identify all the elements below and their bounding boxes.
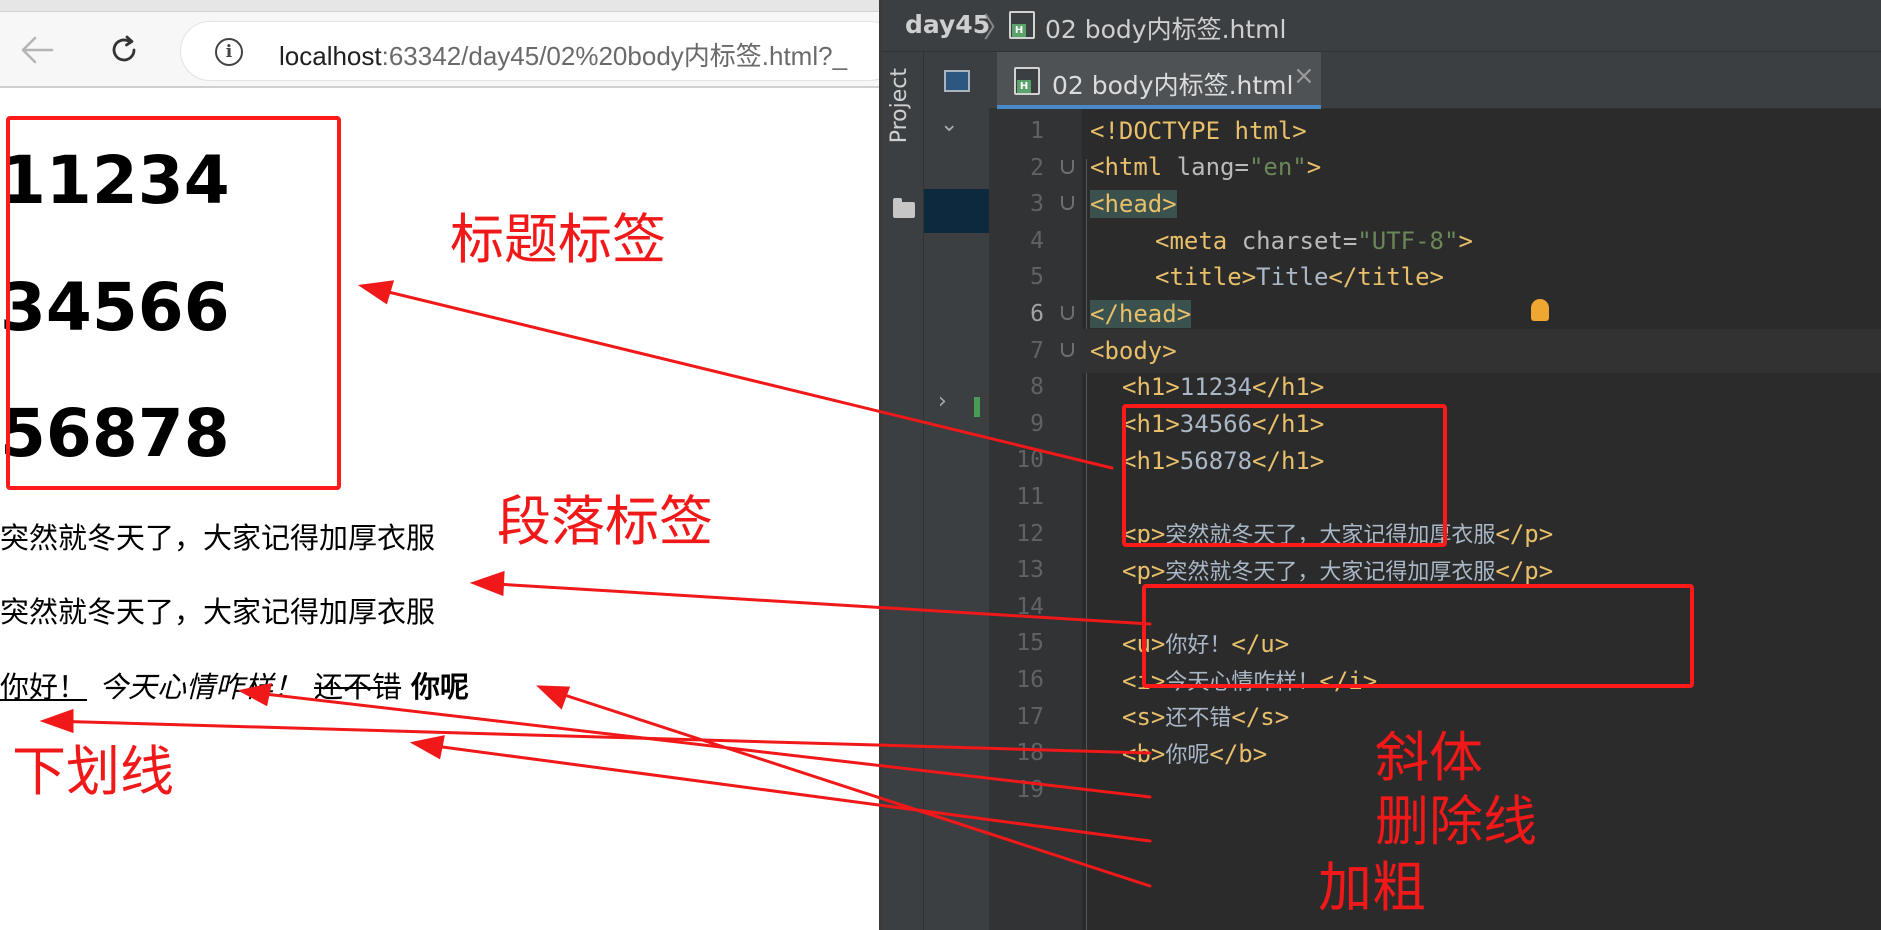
tool-window-strip: Project	[882, 52, 924, 930]
rendered-paragraph-2: 突然就冬天了，大家记得加厚衣服	[0, 595, 436, 629]
code-text: Title	[1256, 263, 1329, 291]
code-string: "en"	[1248, 153, 1307, 181]
code-tag: </h1>	[1252, 410, 1325, 438]
code-string: "UTF-8"	[1357, 227, 1459, 255]
project-tool-tab[interactable]: Project	[887, 68, 912, 143]
rendered-paragraph-1: 突然就冬天了，大家记得加厚衣服	[0, 521, 436, 555]
code-line-18[interactable]: <b>你呢</b>	[1122, 732, 1267, 776]
code-tag: </u>	[1231, 630, 1290, 658]
rendered-underline: 你好！	[0, 670, 88, 704]
page-content: 11234 34566 56878 突然就冬天了，大家记得加厚衣服 突然就冬天了…	[0, 90, 879, 930]
fold-marker-icon[interactable]	[1061, 159, 1074, 174]
breadcrumb: day45 〉 02 body内标签.html	[882, 0, 1881, 52]
browser-window: i localhost:63342/day45/02%20body内标签.htm…	[0, 0, 879, 930]
fold-marker-icon[interactable]	[1061, 306, 1074, 320]
fold-marker-icon[interactable]	[1061, 196, 1074, 211]
code-doctype: <!DOCTYPE html>	[1090, 117, 1307, 145]
code-text: 34566	[1179, 410, 1253, 438]
code-text: 突然就冬天了，大家记得加厚衣服	[1165, 560, 1496, 585]
code-tag: <meta	[1155, 227, 1242, 255]
address-bar[interactable]: i localhost:63342/day45/02%20body内标签.htm…	[180, 21, 879, 81]
code-tag: </h1>	[1252, 447, 1325, 475]
code-text: 还不错	[1165, 706, 1232, 731]
code-tag: <i>	[1122, 667, 1166, 695]
reload-button[interactable]	[104, 30, 144, 70]
breadcrumb-project[interactable]: day45	[905, 10, 990, 39]
code-tag: >	[1458, 227, 1473, 255]
lightbulb-icon[interactable]	[1531, 299, 1549, 321]
chevron-down-icon[interactable]: ⌄	[940, 112, 958, 137]
code-text: 11234	[1179, 373, 1253, 401]
code-line-10[interactable]: <h1>56878</h1>	[1122, 439, 1324, 483]
project-panel: ⌄ ›	[924, 52, 989, 930]
code-tag: <b>	[1122, 740, 1166, 768]
rendered-italic: 今天心情咋样！	[99, 670, 303, 704]
info-icon[interactable]: i	[215, 38, 243, 66]
code-text: 你呢	[1165, 743, 1210, 768]
code-tag: <u>	[1122, 630, 1166, 658]
code-tag: </p>	[1495, 520, 1554, 548]
code-tag: <h1>	[1122, 447, 1180, 475]
code-text: 今天心情咋样！	[1165, 670, 1320, 695]
code-text: 56878	[1179, 447, 1253, 475]
rendered-bold: 你呢	[411, 670, 470, 704]
code-tag: <s>	[1122, 703, 1166, 731]
code-tag: <p>	[1122, 520, 1166, 548]
rendered-h1-1: 11234	[0, 142, 230, 219]
code-tag: <p>	[1122, 557, 1166, 585]
rendered-inline-line: 你好！ 今天心情咋样！ 还不错 你呢	[0, 673, 469, 702]
back-button[interactable]	[17, 30, 57, 70]
code-text: 你好！	[1165, 633, 1232, 658]
code-tag: </h1>	[1252, 373, 1325, 401]
code-tag: </p>	[1495, 557, 1554, 585]
chevron-right-icon[interactable]: ›	[938, 389, 947, 414]
code-tag-matched: </head>	[1090, 300, 1192, 328]
module-bar-icon	[974, 397, 980, 417]
arrow-left-icon	[21, 36, 54, 64]
browser-tab-strip	[0, 0, 879, 12]
code-line-5[interactable]: <title>Title</title>	[1155, 255, 1444, 299]
code-tag: </b>	[1209, 740, 1268, 768]
code-tag: </i>	[1319, 667, 1378, 695]
rendered-h1-3: 56878	[0, 395, 230, 472]
reload-icon	[112, 35, 136, 62]
code-line-13[interactable]: <p>突然就冬天了，大家记得加厚衣服</p>	[1122, 549, 1553, 593]
project-view-icon[interactable]	[944, 70, 970, 92]
line-number: 19	[1016, 776, 1044, 803]
code-tag: <h1>	[1122, 410, 1180, 438]
code-tag: <h1>	[1122, 373, 1180, 401]
code-tag: <title>	[1155, 263, 1257, 291]
code-text: 突然就冬天了，大家记得加厚衣服	[1165, 523, 1496, 548]
code-editor[interactable]: <!DOCTYPE html> <html lang="en"> <head> …	[1082, 109, 1881, 930]
code-tag-matched: <head>	[1090, 190, 1177, 218]
editor-tab-label: 02 body内标签.html	[1052, 71, 1294, 100]
editor-tab-bar: 02 body内标签.html ×	[989, 52, 1881, 109]
close-icon[interactable]: ×	[1293, 61, 1315, 91]
rendered-strike: 还不错	[314, 670, 402, 704]
breadcrumb-separator: 〉	[983, 11, 1012, 44]
code-tag: <body>	[1090, 337, 1177, 365]
code-tag: </s>	[1231, 703, 1290, 731]
html-file-icon	[1014, 67, 1040, 95]
fold-marker-icon[interactable]	[1061, 342, 1074, 357]
editor-tab-active[interactable]: 02 body内标签.html ×	[997, 52, 1321, 109]
rendered-h1-2: 34566	[0, 269, 230, 346]
project-tree-selected-row[interactable]	[924, 189, 989, 233]
breadcrumb-file[interactable]: 02 body内标签.html	[1045, 10, 1286, 46]
url-host: localhost	[279, 41, 382, 71]
html-file-icon	[1009, 11, 1035, 39]
line-number-gutter: 1 2 3 4 5 6 7 8 9 10 11 12 13 14 15 16 17 18 19	[989, 109, 1087, 930]
code-attr: lang=	[1176, 153, 1249, 181]
code-tag: >	[1306, 153, 1322, 181]
url-text[interactable]: localhost:63342/day45/02%20body内标签.html?…	[279, 36, 847, 73]
browser-toolbar: i localhost:63342/day45/02%20body内标签.htm…	[0, 12, 879, 88]
code-attr: charset=	[1241, 227, 1358, 255]
ide-window: day45 〉 02 body内标签.html Project ⌄ › 02 b…	[879, 0, 1881, 930]
folder-icon[interactable]	[893, 198, 915, 218]
code-tag: </title>	[1328, 263, 1444, 291]
url-path: :63342/day45/02%20body内标签.html?_	[381, 41, 848, 71]
code-tag: <html	[1090, 153, 1177, 181]
